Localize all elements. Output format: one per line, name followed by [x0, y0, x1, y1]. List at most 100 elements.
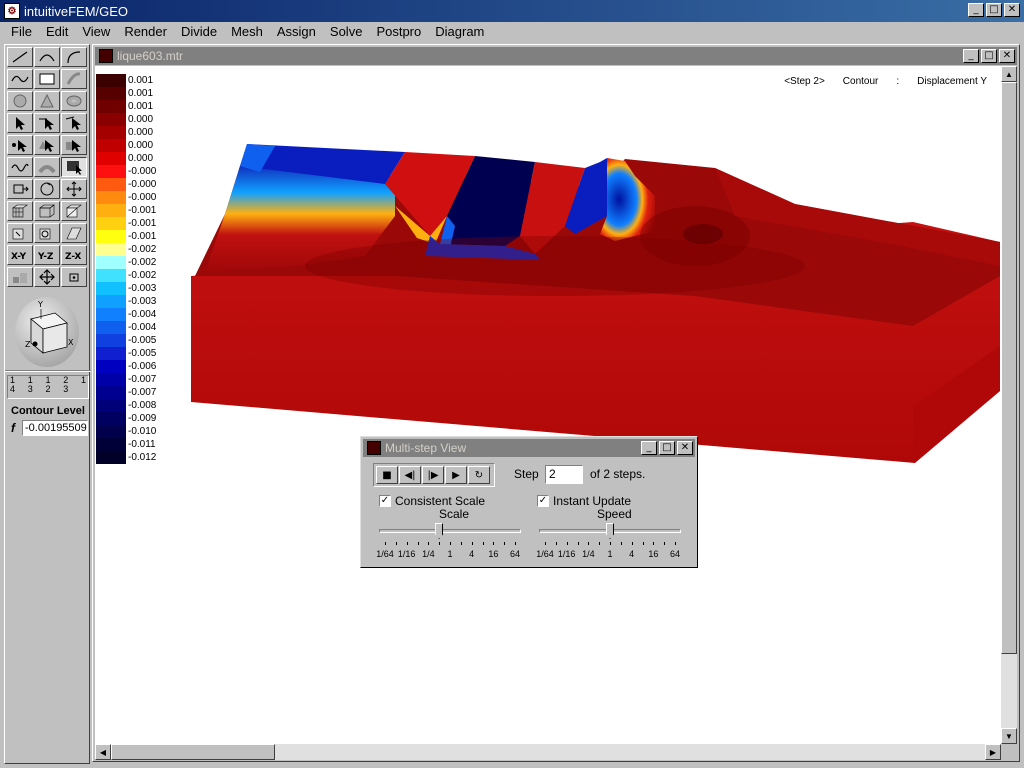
- menu-mesh[interactable]: Mesh: [224, 23, 270, 41]
- scale-slider-tick-label: 16: [488, 549, 499, 559]
- move-tool-button[interactable]: [7, 179, 33, 199]
- view-step-bottom: 3: [63, 384, 69, 394]
- select-node-tool-button[interactable]: [7, 135, 33, 155]
- curve-arc-tool-button[interactable]: [61, 47, 87, 67]
- zx-plane-button[interactable]: Z-X: [61, 245, 87, 265]
- doc-maximize-button[interactable]: □: [981, 49, 997, 63]
- play-button[interactable]: ▶: [445, 466, 467, 484]
- multistep-titlebar[interactable]: Multi-step View _ □ ✕: [363, 439, 695, 457]
- pan-tool-icon: [66, 181, 82, 197]
- scale-slider-track[interactable]: [379, 529, 521, 533]
- menu-file[interactable]: File: [4, 23, 39, 41]
- step-forward-button[interactable]: |▶: [422, 466, 444, 484]
- horizontal-scroll-thumb[interactable]: [111, 744, 275, 760]
- contour-level-input[interactable]: -0.00195509: [22, 420, 88, 436]
- rectangle-tool-button[interactable]: [34, 69, 60, 89]
- arc-tool-button[interactable]: [34, 47, 60, 67]
- torus-tool-button[interactable]: [61, 91, 87, 111]
- vertical-scroll-thumb[interactable]: [1001, 82, 1017, 654]
- menu-render[interactable]: Render: [117, 23, 174, 41]
- doc-minimize-button[interactable]: _: [963, 49, 979, 63]
- loop-button[interactable]: ↻: [468, 466, 490, 484]
- menu-solve[interactable]: Solve: [323, 23, 370, 41]
- sphere-tool-button[interactable]: [7, 91, 33, 111]
- consistent-scale-check-icon[interactable]: ✓: [379, 495, 391, 507]
- document-icon[interactable]: [99, 49, 113, 63]
- minimize-button[interactable]: _: [968, 3, 984, 17]
- pan-tool-button[interactable]: [61, 179, 87, 199]
- box-split-button[interactable]: [61, 201, 87, 221]
- view-step-bottom: 4: [10, 384, 16, 394]
- sweep-button[interactable]: [34, 223, 60, 243]
- select-solid-tool-button[interactable]: [61, 135, 87, 155]
- extrude-button[interactable]: [7, 223, 33, 243]
- surface-tool-button[interactable]: [61, 69, 87, 89]
- stop-button[interactable]: ■: [376, 466, 398, 484]
- viewport-canvas[interactable]: 0.001 0.001 0.001 0.000 0.000 0.000 0.000 -0.00…: [95, 66, 1001, 744]
- vertical-scrollbar[interactable]: ▲ ▼: [1001, 66, 1017, 744]
- menu-edit[interactable]: Edit: [39, 23, 75, 41]
- scale-slider[interactable]: 1/64 1/16 1/4 1 4 16 64: [376, 523, 521, 561]
- menu-view[interactable]: View: [75, 23, 117, 41]
- step-input[interactable]: 2: [545, 465, 583, 484]
- view-step-option[interactable]: 12: [45, 376, 50, 398]
- instant-update-label: Instant Update: [553, 494, 632, 508]
- menu-diagram[interactable]: Diagram: [428, 23, 491, 41]
- rotate-tool-button[interactable]: [34, 179, 60, 199]
- select-element-tool-button[interactable]: [34, 135, 60, 155]
- scroll-right-icon[interactable]: ▶: [985, 744, 1001, 760]
- horizontal-scrollbar[interactable]: ◀ ▶: [95, 744, 1001, 760]
- xy-plane-button[interactable]: X-Y: [7, 245, 33, 265]
- box-mesh-icon: [12, 204, 28, 218]
- menu-assign[interactable]: Assign: [270, 23, 323, 41]
- box-mesh-button[interactable]: [7, 201, 33, 221]
- ms-close-button[interactable]: ✕: [677, 441, 693, 455]
- box-wire-icon: [39, 204, 55, 218]
- zoom-view-button[interactable]: [34, 267, 60, 287]
- point-view-button[interactable]: [61, 267, 87, 287]
- view-step-option[interactable]: 1: [81, 376, 86, 398]
- view-step-option[interactable]: 14: [10, 376, 15, 398]
- menu-postpro[interactable]: Postpro: [369, 23, 428, 41]
- document-titlebar[interactable]: lique603.mtr _ □ ✕: [95, 47, 1017, 65]
- menu-divide[interactable]: Divide: [174, 23, 224, 41]
- speed-slider-tick-label: 64: [669, 549, 681, 559]
- scale-slider-thumb[interactable]: [435, 523, 444, 539]
- fem-model-render[interactable]: [95, 66, 1001, 744]
- line-tool-button[interactable]: [7, 47, 33, 67]
- select-face-tool-button[interactable]: [61, 113, 87, 133]
- wave-tool-button[interactable]: [7, 157, 33, 177]
- spline-tool-button[interactable]: [7, 69, 33, 89]
- shade-button[interactable]: [61, 223, 87, 243]
- select-edge-tool-button[interactable]: [34, 113, 60, 133]
- doc-close-button[interactable]: ✕: [999, 49, 1015, 63]
- blend-tool-button[interactable]: [34, 157, 60, 177]
- instant-update-checkbox[interactable]: ✓ Instant Update: [537, 494, 631, 508]
- fit-view-button[interactable]: [7, 267, 33, 287]
- maximize-button[interactable]: □: [986, 3, 1002, 17]
- box-wire-button[interactable]: [34, 201, 60, 221]
- view-orientation-cube[interactable]: Y X Z: [15, 297, 79, 367]
- close-button[interactable]: ✕: [1004, 3, 1020, 17]
- scroll-down-icon[interactable]: ▼: [1001, 728, 1017, 744]
- scroll-up-icon[interactable]: ▲: [1001, 66, 1017, 82]
- contour-tool-button[interactable]: [61, 157, 87, 177]
- consistent-scale-checkbox[interactable]: ✓ Consistent Scale: [379, 494, 485, 508]
- wave-tool-icon: [11, 163, 29, 172]
- app-logo-icon[interactable]: ⚙: [4, 3, 20, 19]
- view-step-option[interactable]: 13: [28, 376, 33, 398]
- view-step-option[interactable]: 23: [63, 376, 68, 398]
- instant-update-check-icon[interactable]: ✓: [537, 495, 549, 507]
- ms-minimize-button[interactable]: _: [641, 441, 657, 455]
- yz-plane-button[interactable]: Y-Z: [34, 245, 60, 265]
- select-tool-button[interactable]: [7, 113, 33, 133]
- scroll-left-icon[interactable]: ◀: [95, 744, 111, 760]
- ms-maximize-button[interactable]: □: [659, 441, 675, 455]
- step-back-icon: ◀|: [404, 469, 416, 481]
- step-back-button[interactable]: ◀|: [399, 466, 421, 484]
- view-step-selector[interactable]: 14 13 12 23 1: [7, 375, 89, 399]
- cone-tool-button[interactable]: [34, 91, 60, 111]
- speed-slider-thumb[interactable]: [606, 523, 614, 539]
- speed-slider[interactable]: 1/64 1/16 1/4 1 4 16 64: [536, 523, 681, 561]
- multistep-icon[interactable]: [367, 441, 381, 455]
